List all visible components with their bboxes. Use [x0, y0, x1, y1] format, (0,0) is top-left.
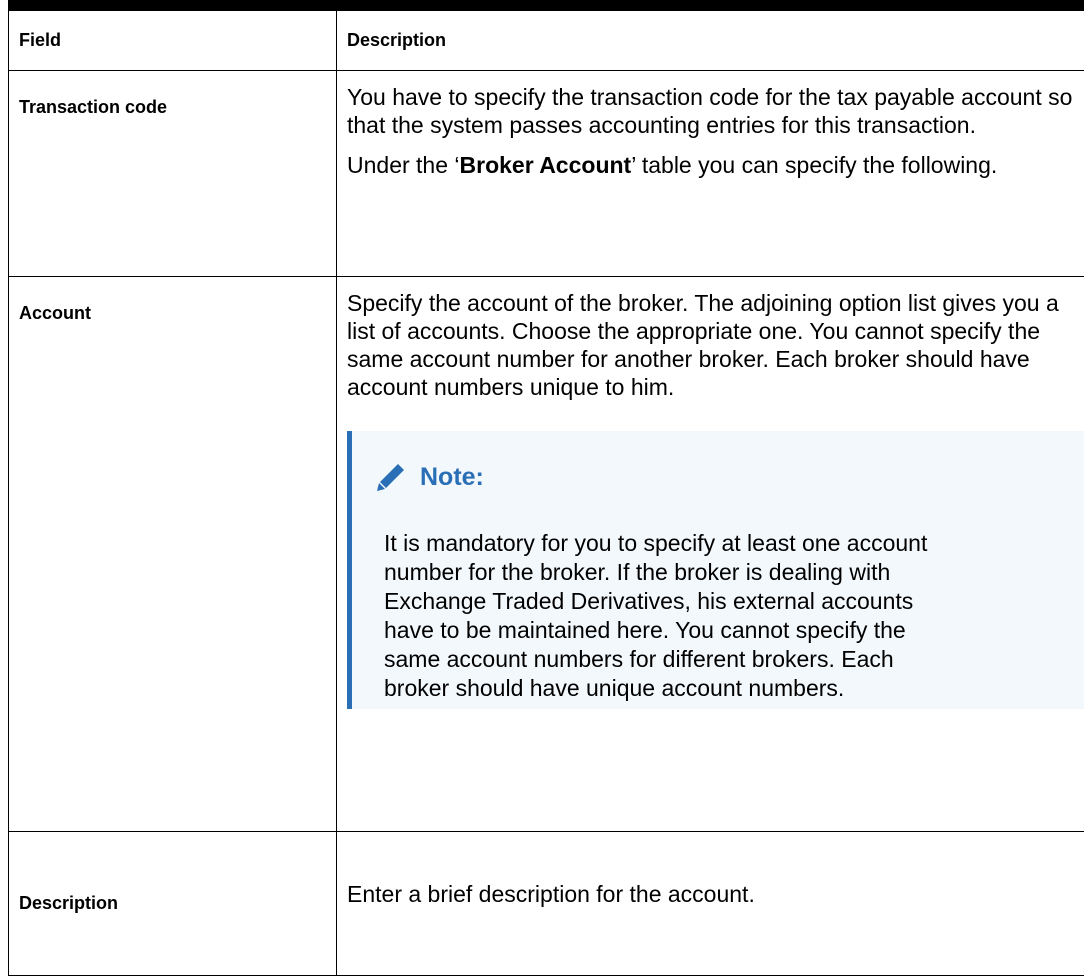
pencil-icon: [377, 464, 404, 492]
header-field: Field: [8, 0, 337, 71]
note-header: Note:: [374, 457, 1068, 497]
note-body: It is mandatory for you to specify at le…: [384, 530, 928, 702]
description-paragraph: You have to specify the transaction code…: [347, 84, 1073, 138]
table-row: Transaction code You have to specify the…: [8, 70, 1084, 278]
field-name: Transaction code: [8, 70, 337, 278]
field-description: Enter a brief description for the accoun…: [336, 831, 1084, 976]
table-row: Description Enter a brief description fo…: [8, 831, 1084, 976]
field-description: You have to specify the transaction code…: [336, 70, 1084, 278]
table-header-row: Field Description: [8, 0, 1084, 71]
note-title: Note:: [420, 463, 484, 492]
table-row: Account Specify the account of the broke…: [8, 276, 1084, 833]
note-callout: Note: It is mandatory for you to specify…: [347, 431, 1084, 710]
header-description: Description: [336, 0, 1084, 71]
description-paragraph: Under the ‘Broker Account’ table you can…: [347, 151, 1074, 179]
description-paragraph: Specify the account of the broker. The a…: [347, 290, 1059, 401]
field-description: Specify the account of the broker. The a…: [336, 276, 1084, 833]
text-after: ’ table you can specify the following.: [631, 152, 998, 178]
field-description-table: Field Description Transaction code You h…: [8, 0, 1084, 976]
field-name: Description: [8, 831, 337, 976]
bold-term: Broker Account: [459, 152, 632, 178]
text-before: Under the ‘: [347, 152, 460, 178]
field-name: Account: [8, 276, 337, 833]
